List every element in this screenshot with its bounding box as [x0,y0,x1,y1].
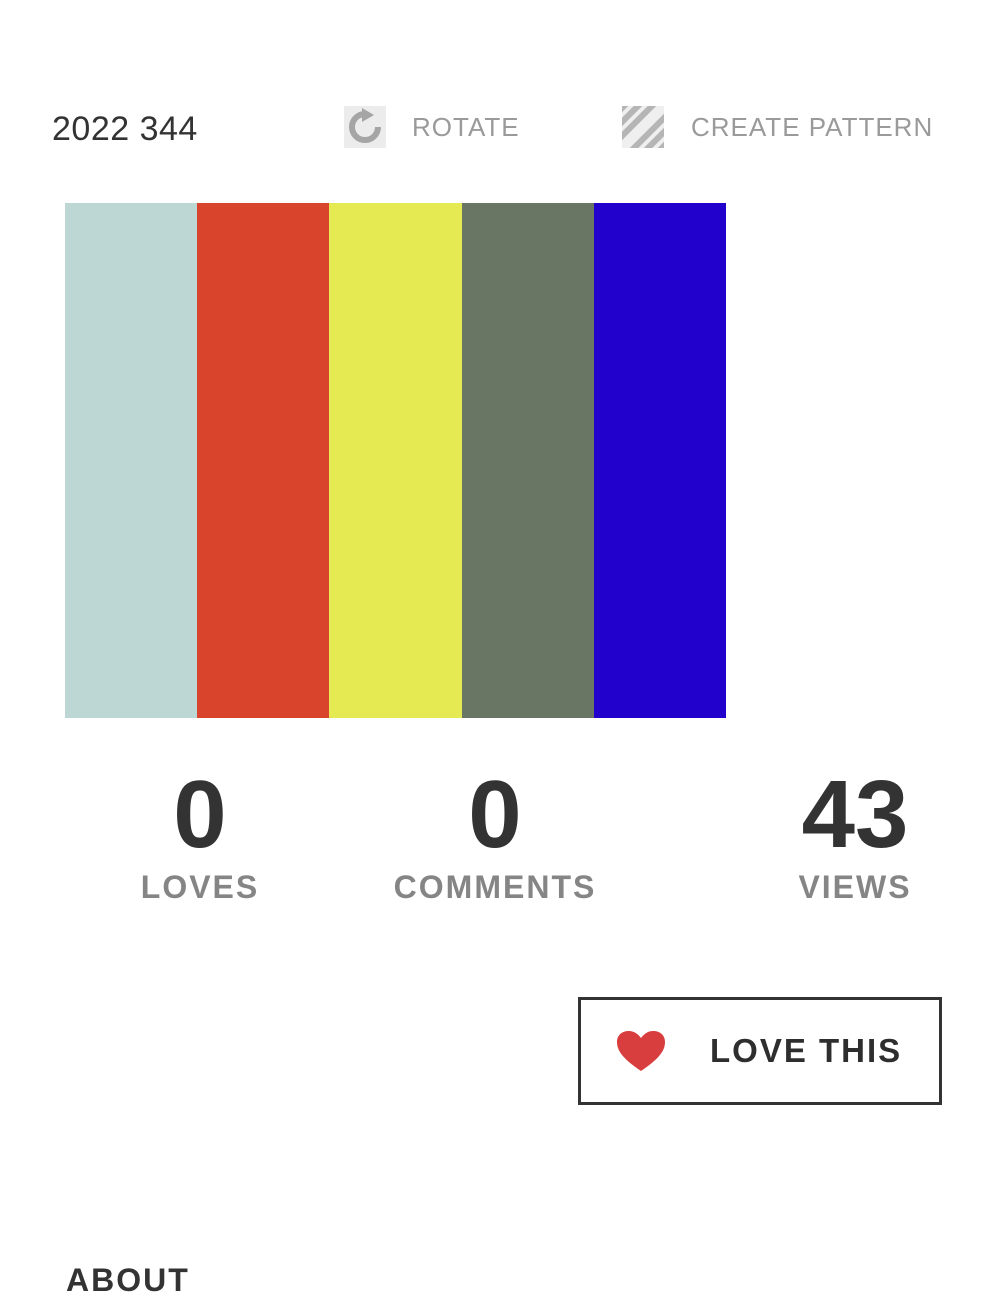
color-swatch-2[interactable] [197,203,330,718]
color-swatch-3[interactable] [329,203,462,718]
loves-label: LOVES [140,869,260,905]
views-label: VIEWS [798,869,912,905]
loves-count: 0 [173,761,227,868]
create-pattern-button[interactable]: CREATE PATTERN [622,106,933,148]
comments-stat[interactable]: 0 COMMENTS [385,765,605,906]
views-count: 43 [801,761,909,868]
color-swatch-1[interactable] [65,203,198,718]
about-heading: ABOUT [66,1262,190,1298]
color-palette[interactable] [65,203,727,718]
create-pattern-label: CREATE PATTERN [691,111,934,142]
rotate-button[interactable]: ROTATE [344,106,520,148]
loves-stat: 0 LOVES [135,765,265,906]
comments-label: COMMENTS [393,869,597,905]
comments-count: 0 [468,761,522,868]
color-swatch-4[interactable] [461,203,594,718]
palette-title: 2022 344 [52,110,198,148]
love-this-label: LOVE THIS [710,1032,903,1069]
rotate-icon [344,106,386,148]
rotate-label: ROTATE [412,111,520,142]
views-stat: 43 VIEWS [790,765,920,906]
heart-icon [617,1031,665,1071]
color-swatch-5[interactable] [593,203,727,718]
stripes-pattern-icon [622,106,664,148]
love-this-button[interactable]: LOVE THIS [578,997,942,1105]
